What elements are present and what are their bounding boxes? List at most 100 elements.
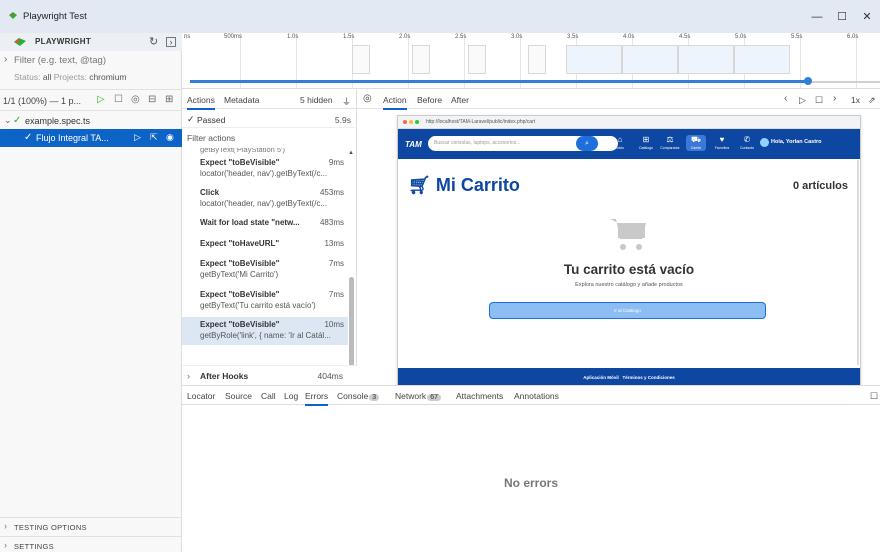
snapshot-tab-bar: ◎ Action Before After ‹ ▷ ☐ › 1x ⇗ [357, 89, 880, 110]
tree-item-spec-file[interactable]: ⌄ ✓ example.spec.ts [0, 113, 182, 129]
stop-icon[interactable]: ☐ [114, 94, 123, 105]
timeline-handle[interactable] [804, 77, 812, 85]
timeline-thumbnail[interactable] [734, 45, 790, 74]
tree-item-test[interactable]: ✓ Flujo Integral TA... ▷ ⇱ ◉ [0, 129, 182, 147]
zoom-level[interactable]: 1x [851, 95, 860, 105]
after-hooks-row[interactable]: › After Hooks 404ms [182, 365, 357, 385]
window-icon[interactable]: ☐ [815, 95, 823, 106]
external-link-icon[interactable]: ⇗ [868, 95, 876, 106]
tab-annotations[interactable]: Annotations [514, 391, 559, 401]
action-duration: 7ms [328, 259, 344, 268]
timeline-thumbnail[interactable] [566, 45, 622, 74]
nav-label: Catálogo [638, 146, 653, 150]
nav-comparador[interactable]: ⚖ Comparador [660, 135, 680, 151]
run-all-icon[interactable]: ▷ [97, 94, 105, 105]
snapshot-panel: ◎ Action Before After ‹ ▷ ☐ › 1x ⇗ http:… [357, 89, 880, 387]
test-filter-input[interactable] [14, 53, 179, 68]
collapse-all-icon[interactable]: ⊟ [148, 94, 156, 105]
playwright-logo-icon [14, 38, 26, 46]
action-item[interactable]: Expect "toBeVisible" 7ms getByText('Tu c… [182, 287, 348, 314]
tab-network[interactable]: Network 67 [395, 391, 441, 401]
tab-log[interactable]: Log [284, 391, 298, 401]
test-sidebar: PLAYWRIGHT ↻ › › Status: all Projects: c… [0, 33, 182, 552]
timeline-thumbnail[interactable] [528, 45, 546, 74]
nav-catalogo[interactable]: ⊞ Catálogo [636, 135, 656, 151]
tab-after[interactable]: After [451, 95, 469, 105]
scroll-up-icon[interactable]: ▲ [348, 150, 354, 156]
close-button[interactable]: ✕ [855, 7, 879, 27]
tab-call[interactable]: Call [261, 391, 276, 401]
playwright-icon [9, 12, 17, 19]
action-item-selected[interactable]: Expect "toBeVisible" 10ms getByRole('lin… [182, 317, 348, 345]
action-item[interactable]: Expect "toBeVisible" 9ms locator('header… [182, 155, 348, 182]
timeline-tick: 500ms [224, 34, 243, 40]
tab-locator[interactable]: Locator [187, 391, 215, 401]
terminal-icon[interactable]: › [166, 37, 176, 47]
footer-link-app[interactable]: Aplicación Móvil [583, 375, 619, 380]
action-duration: 7ms [328, 290, 344, 299]
scrollbar-thumb[interactable] [349, 277, 354, 369]
maximize-button[interactable]: ☐ [830, 7, 854, 27]
nav-label: Inicio [615, 146, 625, 150]
snapshot-url: http://localhost/TAM-Laravel/public/inde… [426, 119, 536, 125]
go-to-catalog-button[interactable]: Ir al Catálogo [489, 302, 766, 319]
timeline-thumbnail[interactable] [622, 45, 678, 74]
tab-action[interactable]: Action [383, 95, 407, 110]
timeline-thumbnail[interactable] [468, 45, 486, 74]
tab-console-label: Console [337, 391, 369, 401]
snapshot-scrollbar[interactable] [857, 160, 859, 365]
action-item[interactable]: Expect "toBeVisible" 7ms getByText('Mi C… [182, 256, 348, 283]
search-icon[interactable]: ⌕ [576, 136, 598, 151]
action-list-scrollbar[interactable]: ▲ ▼ [348, 147, 354, 377]
dock-panel-icon[interactable]: ☐ [870, 391, 878, 402]
nav-carrito[interactable]: ⛟ Carrito [686, 135, 706, 151]
timeline[interactable]: ns 500ms 1.0s 1.5s 2.0s 2.5s 3.0s 3.5s 4… [182, 33, 880, 89]
filter-icon[interactable]: ⏚ [342, 95, 351, 108]
tab-attachments[interactable]: Attachments [456, 391, 503, 401]
chevron-right-icon[interactable]: › [833, 93, 836, 104]
window-title: Playwright Test [23, 11, 87, 22]
status-filter-summary[interactable]: Status: all Projects: chromium [14, 72, 127, 82]
nav-inicio[interactable]: ⌂ Inicio [610, 135, 630, 151]
filter-actions-input[interactable]: Filter actions [187, 133, 235, 143]
tab-errors[interactable]: Errors [305, 391, 329, 406]
timeline-thumbnail[interactable] [678, 45, 734, 74]
action-detail: getByText('Mi Carrito') [200, 270, 279, 279]
chevron-left-icon[interactable]: ‹ [784, 93, 787, 104]
filter-row: › [0, 51, 182, 69]
tab-actions[interactable]: Actions [187, 95, 215, 110]
phone-icon: ✆ [743, 135, 751, 144]
expand-all-icon[interactable]: ⊞ [165, 94, 173, 105]
action-name: Expect "toBeVisible" [200, 290, 280, 299]
testing-options-toggle[interactable]: › TESTING OPTIONS [0, 517, 182, 534]
watch-test-icon[interactable]: ◉ [166, 132, 174, 143]
run-test-icon[interactable]: ▷ [134, 132, 141, 143]
open-source-icon[interactable]: ⇱ [150, 132, 158, 143]
tab-source[interactable]: Source [225, 391, 252, 401]
watch-icon[interactable]: ◎ [131, 94, 140, 105]
nav-contacto[interactable]: ✆ Contacto [737, 135, 757, 151]
user-menu[interactable]: Hola, Yorlan Castro [771, 139, 822, 145]
minimize-button[interactable]: — [805, 7, 829, 27]
reload-icon[interactable]: ↻ [149, 35, 158, 48]
tab-metadata[interactable]: Metadata [224, 95, 259, 105]
pick-locator-icon[interactable]: ◎ [363, 93, 372, 104]
test-count: 1/1 (100%) — 1 p... [3, 96, 82, 106]
empty-cart-icon [610, 219, 646, 250]
timeline-thumbnail[interactable] [412, 45, 430, 74]
action-name: Wait for load state "netw... [200, 218, 300, 227]
hidden-count[interactable]: 5 hidden [300, 95, 333, 105]
nav-favoritos[interactable]: ♥ Favoritos [712, 135, 732, 151]
action-item[interactable]: Expect "toHaveURL" 13ms [182, 236, 348, 254]
action-list[interactable]: Expect "toBeVisible" 9ms locator('header… [182, 147, 348, 375]
tab-before[interactable]: Before [417, 95, 442, 105]
play-icon[interactable]: ▷ [799, 95, 806, 106]
action-item[interactable]: Click 453ms locator('header, nav').getBy… [182, 185, 348, 212]
timeline-thumbnail[interactable] [352, 45, 370, 74]
settings-toggle[interactable]: › SETTINGS [0, 536, 182, 553]
tab-console[interactable]: Console 3 [337, 391, 380, 401]
chevron-right-icon[interactable]: › [4, 54, 7, 65]
empty-cart-subtitle: Explora nuestro catálogo y añade product… [575, 282, 683, 288]
action-item[interactable]: Wait for load state "netw... 483ms [182, 215, 348, 233]
footer-link-terms[interactable]: Términos y Condiciones [623, 375, 675, 380]
